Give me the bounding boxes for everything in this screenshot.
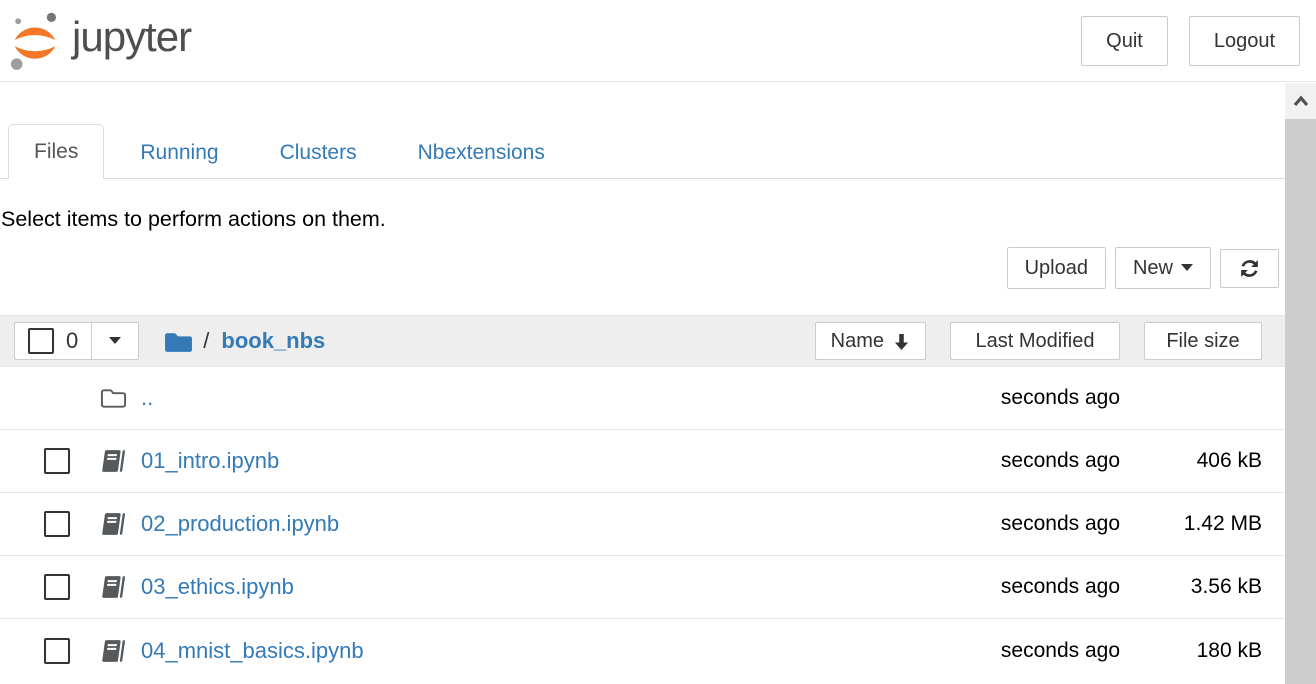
header-buttons: Quit Logout [1081,16,1300,66]
item-modified: seconds ago [950,512,1120,536]
new-dropdown-label: New [1133,257,1173,279]
select-all-segment[interactable]: 0 [14,322,92,360]
scrollbar-thumb[interactable] [1285,119,1316,684]
file-list: 0 / book_nbs Name [0,315,1285,682]
jupyter-logo[interactable]: jupyter [8,10,191,72]
tab-clusters[interactable]: Clusters [255,126,382,179]
sort-arrow-down-icon [893,332,910,351]
tab-nbextensions[interactable]: Nbextensions [393,126,570,179]
item-link[interactable]: 01_intro.ipynb [141,448,950,474]
app-header: jupyter Quit Logout [0,0,1316,82]
caret-down-icon [109,337,121,344]
sort-file-size-button[interactable]: File size [1144,322,1262,360]
tab-files[interactable]: Files [8,124,104,179]
jupyter-logo-icon [8,10,62,72]
item-modified: seconds ago [950,575,1120,599]
item-link[interactable]: 02_production.ipynb [141,511,950,537]
item-size: 180 kB [1144,639,1262,663]
scroll-up-button[interactable] [1285,83,1316,119]
quit-button[interactable]: Quit [1081,16,1168,66]
select-all-checkbox[interactable] [28,328,54,354]
item-modified: seconds ago [950,449,1120,473]
hint-text: Select items to perform actions on them. [1,207,1285,232]
refresh-icon [1238,257,1261,280]
tab-bar: Files Running Clusters Nbextensions [0,124,1285,179]
upload-button[interactable]: Upload [1007,247,1106,289]
folder-solid-icon [164,329,193,354]
breadcrumb: / book_nbs [164,328,814,354]
breadcrumb-current[interactable]: book_nbs [221,328,325,354]
list-item-notebook: 02_production.ipynb seconds ago 1.42 MB [0,493,1285,556]
sort-last-modified-button[interactable]: Last Modified [950,322,1120,360]
item-link[interactable]: .. [141,385,950,411]
caret-down-icon [1181,264,1193,271]
item-link[interactable]: 03_ethics.ipynb [141,574,950,600]
item-modified: seconds ago [950,386,1120,410]
breadcrumb-separator: / [203,328,209,354]
select-button-group: 0 [14,322,139,360]
selected-count: 0 [66,328,78,354]
list-item-notebook: 03_ethics.ipynb seconds ago 3.56 kB [0,556,1285,619]
select-dropdown-toggle[interactable] [92,322,139,360]
notebook-icon [100,448,130,474]
sort-name-button[interactable]: Name [815,322,926,360]
tab-running[interactable]: Running [115,126,243,179]
item-modified: seconds ago [950,639,1120,663]
new-dropdown-button[interactable]: New [1115,247,1211,289]
notebook-icon [100,638,130,664]
list-item-parent-folder: .. seconds ago [0,367,1285,430]
row-checkbox[interactable] [44,574,70,600]
breadcrumb-root-folder[interactable] [164,329,193,354]
folder-outline-icon [100,386,130,410]
logo-wordmark: jupyter [72,16,191,66]
item-size: 1.42 MB [1144,512,1262,536]
item-size: 3.56 kB [1144,575,1262,599]
toolbar: Upload New [0,247,1285,289]
item-size: 406 kB [1144,449,1262,473]
notebook-icon [100,511,130,537]
row-checkbox[interactable] [44,448,70,474]
main-content: Files Running Clusters Nbextensions Sele… [0,124,1285,682]
row-checkbox[interactable] [44,511,70,537]
list-item-notebook: 01_intro.ipynb seconds ago 406 kB [0,430,1285,493]
item-link[interactable]: 04_mnist_basics.ipynb [141,638,950,664]
vertical-scrollbar[interactable] [1285,83,1316,684]
list-item-notebook: 04_mnist_basics.ipynb seconds ago 180 kB [0,619,1285,682]
sort-name-label: Name [831,330,884,353]
list-header: 0 / book_nbs Name [0,315,1285,367]
row-checkbox[interactable] [44,638,70,664]
logout-button[interactable]: Logout [1189,16,1300,66]
refresh-button[interactable] [1220,249,1279,288]
scroll-up-icon [1291,94,1311,108]
notebook-icon [100,574,130,600]
